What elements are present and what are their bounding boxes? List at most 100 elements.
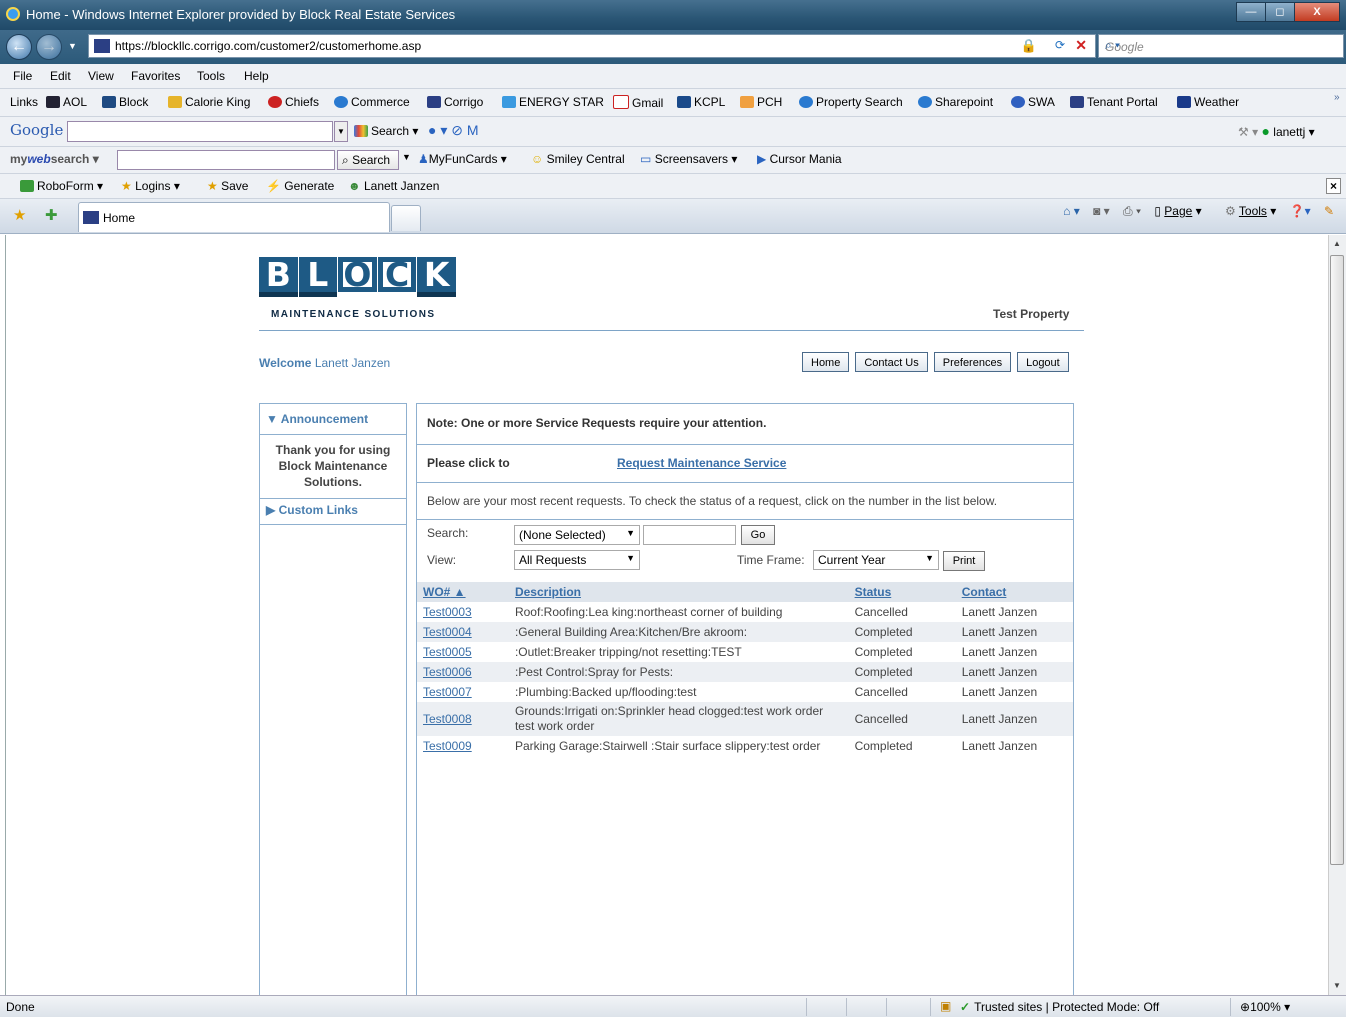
print-icon[interactable]: ⎙ ▾ bbox=[1123, 204, 1141, 218]
close-toolbar-icon[interactable]: × bbox=[1326, 178, 1342, 194]
link-tenant-portal[interactable]: Tenant Portal bbox=[1070, 95, 1158, 109]
wo-link[interactable]: Test0004 bbox=[417, 622, 509, 642]
menu-view[interactable]: View bbox=[88, 69, 114, 83]
time-frame-select[interactable]: Current Year ▼ bbox=[813, 550, 939, 570]
mywebsearch-search-button[interactable]: ⌕ Search bbox=[337, 150, 399, 170]
view-select[interactable]: All Requests ▼ bbox=[514, 550, 640, 570]
google-search-button[interactable]: Search ▾ bbox=[354, 124, 418, 138]
myfuncards-button[interactable]: ♟MyFunCards ▾ bbox=[418, 152, 507, 166]
research-icon[interactable]: ✎ bbox=[1324, 204, 1334, 218]
zoom-level[interactable]: ⊕100% ▾ bbox=[1240, 1000, 1290, 1014]
maximize-button[interactable]: ◻ bbox=[1265, 2, 1295, 22]
wo-link[interactable]: Test0007 bbox=[417, 682, 509, 702]
stop-icon[interactable]: ✕ bbox=[1075, 37, 1087, 54]
home-icon[interactable]: ⌂ ▾ bbox=[1063, 204, 1080, 218]
link-chiefs[interactable]: Chiefs bbox=[268, 95, 319, 109]
request-maintenance-link[interactable]: Request Maintenance Service bbox=[617, 456, 786, 470]
announcement-toggle[interactable]: ▼ Announcement bbox=[266, 412, 368, 426]
link-corrigo[interactable]: Corrigo bbox=[427, 95, 483, 109]
generate-button[interactable]: ⚡ Generate bbox=[266, 179, 334, 193]
logout-button[interactable]: Logout bbox=[1017, 352, 1069, 372]
search-input[interactable] bbox=[643, 525, 736, 545]
scrollbar-thumb[interactable] bbox=[1330, 255, 1344, 865]
link-aol[interactable]: AOL bbox=[46, 95, 87, 109]
globe-icon[interactable]: ● ▾ ⊘ M bbox=[428, 122, 479, 139]
search-field-select[interactable]: (None Selected) ▼ bbox=[514, 525, 640, 545]
tab-home[interactable]: Home bbox=[78, 202, 390, 232]
google-dropdown-icon[interactable]: ▼ bbox=[334, 121, 348, 142]
link-weather[interactable]: Weather bbox=[1177, 95, 1239, 109]
new-tab-button[interactable] bbox=[391, 205, 421, 231]
menu-tools[interactable]: Tools bbox=[197, 69, 225, 83]
wrench-icon: ⚒ ▾ bbox=[1238, 125, 1259, 139]
google-user-menu[interactable]: ⚒ ▾ ● lanettj ▾ bbox=[1238, 123, 1315, 139]
logins-button[interactable]: ★ Logins ▾ bbox=[121, 179, 180, 193]
corrigo-icon bbox=[1070, 96, 1084, 108]
home-button[interactable]: Home bbox=[802, 352, 850, 372]
wo-link[interactable]: Test0003 bbox=[417, 602, 509, 622]
tools-menu[interactable]: ⚙ Tools ▾ bbox=[1215, 204, 1276, 218]
smiley-central-button[interactable]: ☺ Smiley Central bbox=[531, 152, 625, 166]
back-button[interactable]: ← bbox=[6, 34, 32, 60]
status-separator bbox=[1230, 998, 1231, 1016]
link-sharepoint[interactable]: Sharepoint bbox=[918, 95, 993, 109]
close-window-button[interactable]: X bbox=[1294, 2, 1340, 22]
screensavers-button[interactable]: ▭ Screensavers ▾ bbox=[640, 152, 737, 166]
menu-edit[interactable]: Edit bbox=[50, 69, 71, 83]
google-search-input[interactable] bbox=[67, 121, 333, 142]
custom-links-toggle[interactable]: ▶ Custom Links bbox=[266, 503, 358, 517]
search-icon[interactable]: ⌕ ▾ bbox=[1105, 38, 1337, 53]
wo-link[interactable]: Test0008 bbox=[417, 702, 509, 736]
go-button[interactable]: Go bbox=[741, 525, 775, 545]
mywebsearch-input[interactable] bbox=[117, 150, 335, 170]
page-menu[interactable]: ▯ Page ▾ bbox=[1154, 204, 1201, 218]
wo-link[interactable]: Test0005 bbox=[417, 642, 509, 662]
favorites-star-icon[interactable]: ★ bbox=[13, 206, 26, 224]
column-status[interactable]: Status bbox=[848, 582, 956, 602]
chevron-more-icon[interactable]: » bbox=[1334, 92, 1340, 103]
row-contact: Lanett Janzen bbox=[961, 739, 1038, 753]
wo-link[interactable]: Test0009 bbox=[417, 736, 509, 756]
link-pch[interactable]: PCH bbox=[740, 95, 782, 109]
wo-link[interactable]: Test0006 bbox=[417, 662, 509, 682]
preferences-button[interactable]: Preferences bbox=[933, 352, 1012, 372]
vertical-scrollbar[interactable]: ▲ ▼ bbox=[1328, 235, 1346, 995]
column-contact[interactable]: Contact bbox=[955, 582, 1073, 602]
link-energy-star[interactable]: ENERGY STAR bbox=[502, 95, 604, 109]
link-gmail[interactable]: Gmail bbox=[613, 95, 663, 110]
refresh-icon[interactable]: ⟳ bbox=[1055, 38, 1065, 52]
link-swa[interactable]: SWA bbox=[1011, 95, 1055, 109]
scroll-down-icon[interactable]: ▼ bbox=[1333, 981, 1341, 990]
lock-icon[interactable]: 🔒 bbox=[1021, 38, 1037, 54]
energy-star-icon bbox=[502, 96, 516, 108]
menu-favorites[interactable]: Favorites bbox=[131, 69, 180, 83]
feeds-icon[interactable]: ◙ ▾ bbox=[1093, 204, 1110, 218]
identity-button[interactable]: ☻ Lanett Janzen bbox=[348, 179, 439, 193]
link-block[interactable]: Block bbox=[102, 95, 148, 109]
url-text[interactable]: https://blockllc.corrigo.com/customer2/c… bbox=[115, 39, 421, 53]
add-favorites-icon[interactable]: ✚ bbox=[45, 206, 58, 224]
link-property-search[interactable]: Property Search bbox=[799, 95, 903, 109]
minimize-button[interactable]: — bbox=[1236, 2, 1266, 22]
link-kcpl[interactable]: KCPL bbox=[677, 95, 725, 109]
menu-file[interactable]: File bbox=[13, 69, 32, 83]
contact-us-button[interactable]: Contact Us bbox=[855, 352, 928, 372]
help-icon[interactable]: ❓▾ bbox=[1290, 204, 1311, 218]
scroll-up-icon[interactable]: ▲ bbox=[1333, 239, 1341, 248]
live-search-input[interactable]: Google ⌕ ▾ bbox=[1098, 34, 1344, 58]
cursor-mania-button[interactable]: ▶ Cursor Mania bbox=[757, 152, 842, 166]
security-zone[interactable]: ✓ Trusted sites | Protected Mode: Off bbox=[960, 1000, 1159, 1014]
print-button[interactable]: Print bbox=[943, 551, 985, 571]
link-commerce[interactable]: Commerce bbox=[334, 95, 410, 109]
popup-blocker-icon[interactable]: ▣ bbox=[940, 999, 951, 1013]
menu-help[interactable]: Help bbox=[244, 69, 269, 83]
column-description[interactable]: Description bbox=[508, 582, 849, 602]
roboform-button[interactable]: RoboForm ▾ bbox=[20, 179, 103, 193]
column-wo[interactable]: WO# ▲ bbox=[417, 582, 509, 602]
address-field[interactable]: https://blockllc.corrigo.com/customer2/c… bbox=[88, 34, 1096, 58]
forward-button[interactable]: → bbox=[36, 34, 62, 60]
save-button[interactable]: ★ Save bbox=[207, 179, 248, 193]
mywebsearch-dropdown-icon[interactable]: ▼ bbox=[402, 152, 411, 162]
link-calorie-king[interactable]: Calorie King bbox=[168, 95, 250, 109]
history-dropdown-icon[interactable]: ▼ bbox=[68, 41, 77, 51]
